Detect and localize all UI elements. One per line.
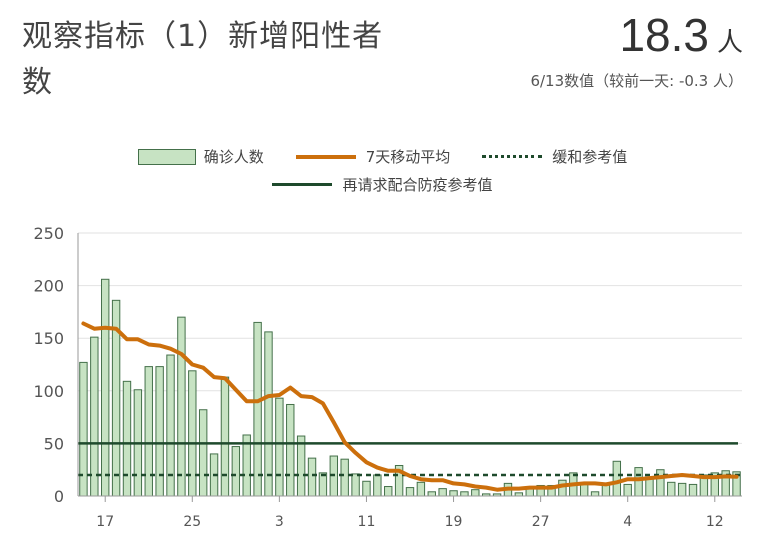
bar <box>177 316 186 497</box>
bar <box>667 481 676 497</box>
bar <box>351 473 360 497</box>
bar <box>590 491 600 497</box>
bar <box>231 446 241 497</box>
bar <box>188 370 197 497</box>
y-tick-label: 150 <box>33 329 64 348</box>
bar <box>612 460 622 497</box>
bar <box>264 331 273 497</box>
bar <box>296 435 306 497</box>
x-tick-label: 4 <box>623 514 632 530</box>
bar <box>384 486 393 497</box>
y-tick-label: 200 <box>33 277 64 296</box>
y-tick-label: 250 <box>33 224 64 243</box>
x-tick-label: 12 <box>706 514 724 530</box>
bar <box>449 490 458 497</box>
bar <box>471 489 480 497</box>
bar <box>460 491 469 497</box>
chart-plot: 0 50 100 150 200 250 17 25 3 11 19 27 4 12 <box>33 224 742 530</box>
bar <box>340 458 349 497</box>
x-tick-label: 25 <box>183 514 201 530</box>
y-tick-label: 100 <box>33 382 64 401</box>
y-tick-label: 50 <box>44 434 64 453</box>
bar <box>634 467 643 497</box>
x-tick-label: 3 <box>275 514 284 530</box>
bar <box>307 457 317 497</box>
bar <box>579 483 589 497</box>
bar <box>220 376 230 497</box>
bar <box>416 481 426 497</box>
bar <box>558 479 567 497</box>
bar <box>688 483 698 497</box>
bar <box>677 482 687 497</box>
bar <box>623 483 632 497</box>
bar <box>122 380 132 497</box>
bar <box>253 321 262 497</box>
bar <box>90 336 99 497</box>
bar <box>198 409 208 497</box>
bar <box>144 366 153 497</box>
x-tick-label: 19 <box>445 514 463 530</box>
bar <box>656 469 665 497</box>
bar-series <box>79 278 741 497</box>
bar <box>405 487 415 497</box>
x-tick-label: 27 <box>532 514 550 530</box>
y-tick-label: 0 <box>54 487 64 506</box>
x-tick-label: 17 <box>96 514 114 530</box>
x-tick-label: 11 <box>358 514 376 530</box>
bar <box>155 366 164 497</box>
bar <box>286 403 295 497</box>
bar <box>101 278 110 497</box>
bar <box>373 474 382 497</box>
bar <box>318 472 328 497</box>
bar <box>362 480 371 497</box>
bar <box>427 491 436 497</box>
bar <box>275 397 284 497</box>
bar <box>438 488 447 497</box>
